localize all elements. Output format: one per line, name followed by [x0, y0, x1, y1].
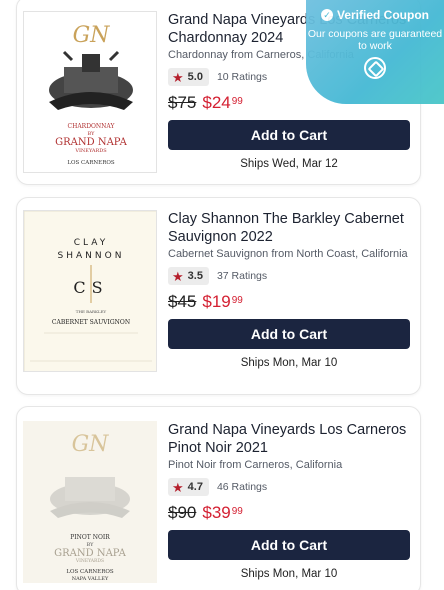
coupon-heading: Verified Coupon — [336, 8, 429, 22]
add-to-cart-button[interactable]: Add to Cart — [168, 319, 410, 349]
original-price: $45 — [168, 292, 197, 311]
label-monogram: GN — [73, 23, 111, 48]
product-card[interactable]: CLAY SHANNON CS THE BARKLEY CABERNET SAU… — [16, 197, 421, 395]
rating-badge: ★ 5.0 — [168, 68, 209, 86]
add-to-cart-button[interactable]: Add to Cart — [168, 530, 410, 560]
svg-text:LOS CARNEROS: LOS CARNEROS — [67, 160, 114, 166]
shipping-date: Ships Mon, Mar 10 — [240, 568, 338, 580]
svg-text:CHARDONNAY: CHARDONNAY — [68, 123, 116, 130]
svg-text:LOS CARNEROS: LOS CARNEROS — [66, 569, 113, 575]
product-subtitle: Pinot Noir from Carneros, California — [168, 459, 343, 471]
rating-value: 5.0 — [187, 71, 203, 83]
product-card[interactable]: GN PINOT NOIR BY GRAND NAPA VINEYARDS LO… — [16, 406, 421, 590]
shipping-date: Ships Wed, Mar 12 — [240, 158, 338, 170]
product-image[interactable]: GN PINOT NOIR BY GRAND NAPA VINEYARDS LO… — [23, 421, 157, 583]
ratings-count[interactable]: 46 Ratings — [217, 481, 267, 493]
svg-text:GRAND NAPA: GRAND NAPA — [55, 137, 127, 148]
original-price: $90 — [168, 503, 197, 522]
svg-text:CABERNET SAUVIGNON: CABERNET SAUVIGNON — [52, 319, 130, 326]
svg-text:GN: GN — [72, 432, 110, 457]
svg-text:PINOT NOIR: PINOT NOIR — [70, 534, 110, 541]
svg-text:CLAY: CLAY — [74, 238, 108, 248]
svg-text:NAPA VALLEY: NAPA VALLEY — [72, 576, 109, 582]
svg-text:CS: CS — [73, 278, 108, 297]
tag-icon — [364, 57, 386, 79]
svg-text:VINEYARDS: VINEYARDS — [74, 148, 107, 154]
svg-text:GRAND NAPA: GRAND NAPA — [54, 548, 126, 559]
wine-label-image: CLAY SHANNON CS THE BARKLEY CABERNET SAU… — [24, 211, 156, 371]
svg-text:VINEYARDS: VINEYARDS — [75, 558, 104, 564]
coupon-text: Our coupons are guaranteed to work — [307, 28, 443, 52]
product-title[interactable]: Clay Shannon The Barkley Cabernet Sauvig… — [168, 210, 410, 246]
sale-price: $1999 — [202, 292, 243, 311]
shipping-date: Ships Mon, Mar 10 — [240, 357, 338, 369]
rating-badge: ★ 3.5 — [168, 267, 209, 285]
sale-price: $3999 — [202, 503, 243, 522]
original-price: $75 — [168, 93, 197, 112]
verified-coupon-banner[interactable]: ✓ Verified Coupon Our coupons are guaran… — [306, 0, 444, 104]
rating-value: 3.5 — [187, 270, 203, 282]
svg-text:SHANNON: SHANNON — [58, 251, 125, 261]
product-title[interactable]: Grand Napa Vineyards Los Carneros Pinot … — [168, 421, 410, 457]
rating-value: 4.7 — [187, 481, 203, 493]
check-icon: ✓ — [320, 9, 333, 21]
add-to-cart-button[interactable]: Add to Cart — [168, 120, 410, 150]
wine-label-image: GN PINOT NOIR BY GRAND NAPA VINEYARDS LO… — [23, 421, 157, 583]
star-icon: ★ — [172, 479, 184, 495]
ratings-count[interactable]: 37 Ratings — [217, 270, 267, 282]
sale-price: $2499 — [202, 93, 243, 112]
ratings-count[interactable]: 10 Ratings — [217, 71, 267, 83]
product-subtitle: Cabernet Sauvignon from North Coast, Cal… — [168, 248, 408, 260]
product-image[interactable]: CLAY SHANNON CS THE BARKLEY CABERNET SAU… — [23, 210, 157, 372]
svg-text:THE BARKLEY: THE BARKLEY — [76, 309, 107, 314]
wine-label-image: GN CHARDONNAY BY GRAND NAPA VINEYARDS LO… — [24, 12, 156, 172]
rating-badge: ★ 4.7 — [168, 478, 209, 496]
star-icon: ★ — [172, 268, 184, 284]
product-image[interactable]: GN CHARDONNAY BY GRAND NAPA VINEYARDS LO… — [23, 11, 157, 173]
star-icon: ★ — [172, 69, 184, 85]
